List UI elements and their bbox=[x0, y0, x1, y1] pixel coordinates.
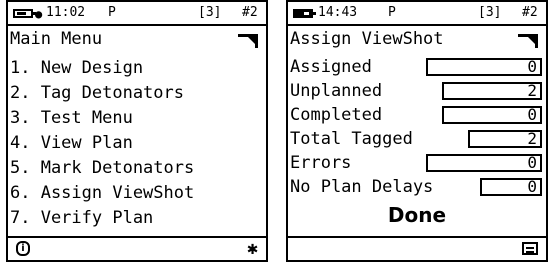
channel-indicator: #2 bbox=[522, 5, 538, 20]
field-label: Completed bbox=[290, 105, 383, 125]
menu-icon[interactable] bbox=[522, 242, 538, 255]
field-value: 0 bbox=[480, 178, 542, 196]
status-mode: P bbox=[108, 5, 116, 20]
field-value: 0 bbox=[426, 154, 542, 172]
counts-panel: Assigned 0 Unplanned 2 Completed 0 Total… bbox=[290, 56, 544, 200]
title-bar: Assign ViewShot bbox=[288, 26, 546, 52]
menu-item-tag-detonators[interactable]: 2. Tag Detonators bbox=[10, 81, 194, 106]
folded-corner-icon[interactable] bbox=[518, 34, 538, 48]
assign-viewshot-screen: 14:43 P [3] #2 Assign ViewShot Assigned … bbox=[286, 0, 548, 262]
status-time: 11:02 bbox=[46, 5, 86, 20]
field-value: 0 bbox=[426, 58, 542, 76]
menu-item-view-plan[interactable]: 4. View Plan bbox=[10, 131, 194, 156]
folded-corner-icon[interactable] bbox=[238, 34, 258, 48]
field-label: Total Tagged bbox=[290, 129, 413, 149]
field-label: No Plan Delays bbox=[290, 177, 434, 197]
field-row-no-plan-delays: No Plan Delays 0 bbox=[290, 176, 544, 200]
bottom-bar bbox=[288, 236, 546, 260]
status-bar: 14:43 P [3] #2 bbox=[288, 2, 546, 26]
signal-indicator: [3] bbox=[198, 5, 222, 20]
gear-icon[interactable]: ✱ bbox=[247, 238, 258, 260]
menu-item-test-menu[interactable]: 3. Test Menu bbox=[10, 106, 194, 131]
signal-indicator: [3] bbox=[478, 5, 502, 20]
main-menu-screen: ● 11:02 P [3] #2 Main Menu 1. New Design… bbox=[6, 0, 268, 262]
field-value: 2 bbox=[442, 82, 542, 100]
plug-icon: ● bbox=[35, 7, 43, 21]
field-label: Assigned bbox=[290, 57, 372, 77]
info-icon[interactable]: i bbox=[16, 241, 30, 256]
field-value: 0 bbox=[442, 106, 542, 124]
done-button[interactable]: Done bbox=[288, 202, 546, 228]
page-title: Main Menu bbox=[10, 29, 103, 49]
menu-item-verify-plan[interactable]: 7. Verify Plan bbox=[10, 206, 194, 231]
status-mode: P bbox=[388, 5, 396, 20]
field-row-unplanned: Unplanned 2 bbox=[290, 80, 544, 104]
channel-indicator: #2 bbox=[242, 5, 258, 20]
menu-item-mark-detonators[interactable]: 5. Mark Detonators bbox=[10, 156, 194, 181]
bottom-bar: i ✱ bbox=[8, 236, 266, 260]
battery-icon bbox=[13, 9, 36, 18]
field-row-assigned: Assigned 0 bbox=[290, 56, 544, 80]
status-time: 14:43 bbox=[318, 5, 358, 20]
status-bar: ● 11:02 P [3] #2 bbox=[8, 2, 266, 26]
field-row-errors: Errors 0 bbox=[290, 152, 544, 176]
field-label: Errors bbox=[290, 153, 352, 173]
title-bar: Main Menu bbox=[8, 26, 266, 52]
battery-icon bbox=[293, 9, 316, 18]
page-title: Assign ViewShot bbox=[290, 29, 444, 49]
main-menu-list: 1. New Design 2. Tag Detonators 3. Test … bbox=[10, 56, 194, 231]
field-row-total-tagged: Total Tagged 2 bbox=[290, 128, 544, 152]
field-value: 2 bbox=[468, 130, 542, 148]
field-label: Unplanned bbox=[290, 81, 383, 101]
menu-item-assign-viewshot[interactable]: 6. Assign ViewShot bbox=[10, 181, 194, 206]
field-row-completed: Completed 0 bbox=[290, 104, 544, 128]
menu-item-new-design[interactable]: 1. New Design bbox=[10, 56, 194, 81]
